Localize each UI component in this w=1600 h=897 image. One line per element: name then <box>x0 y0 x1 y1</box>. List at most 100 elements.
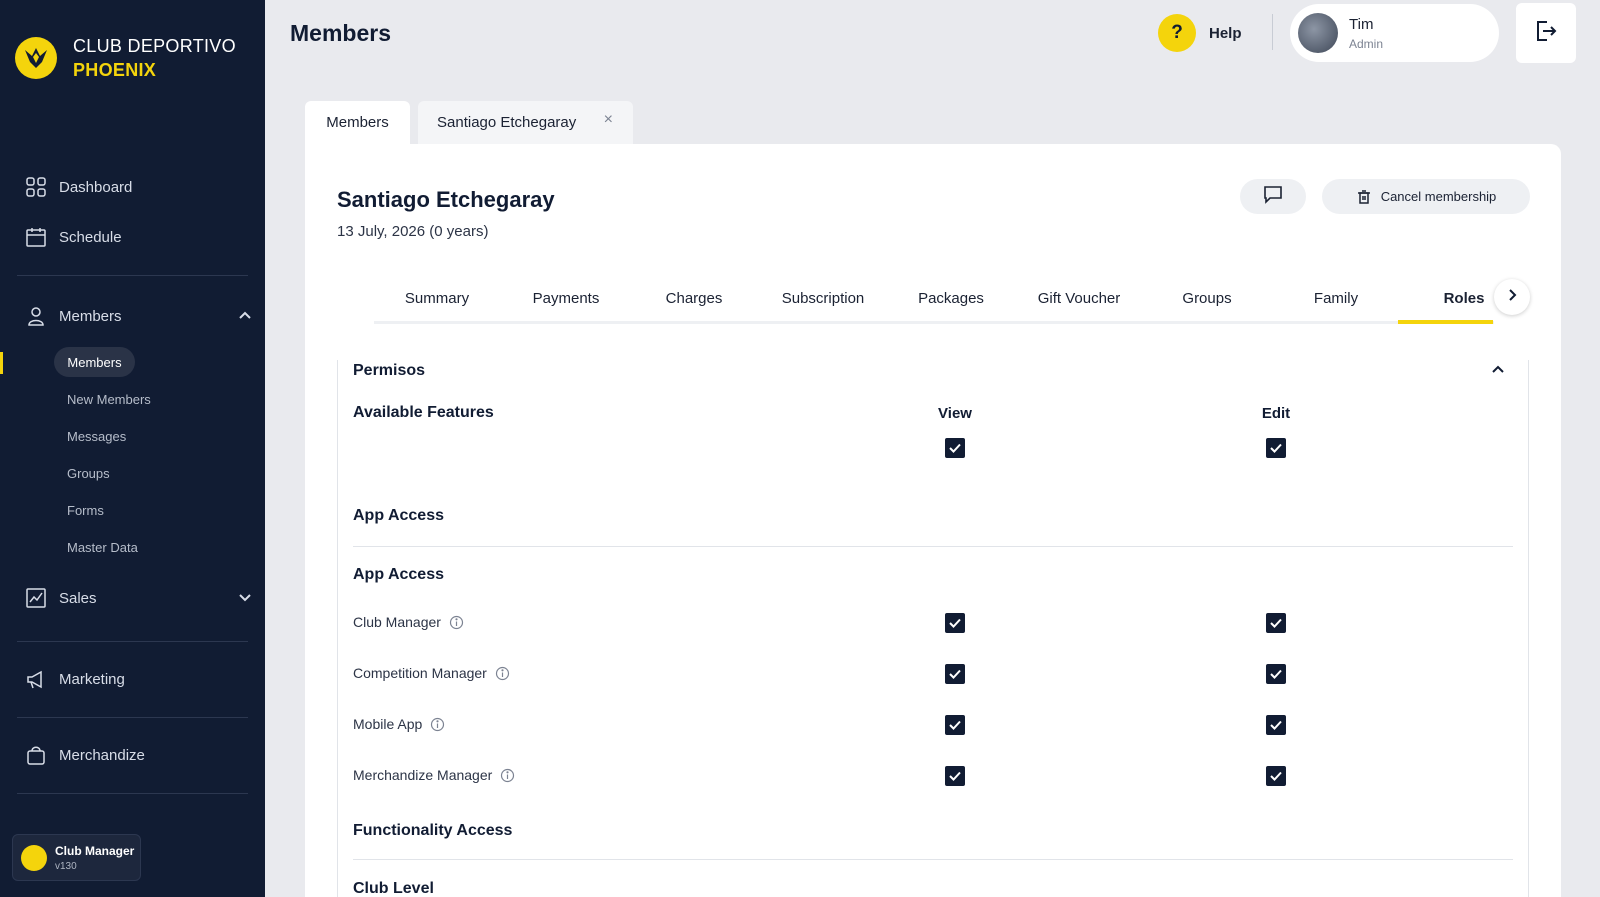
permission-label: Mobile App <box>353 716 423 732</box>
tab-summary[interactable]: Summary <box>405 290 469 307</box>
sidebar-item-label: Marketing <box>59 670 125 688</box>
tab-roles[interactable]: Roles <box>1444 290 1485 307</box>
edit-column-header: Edit <box>1261 405 1291 422</box>
permission-label: Competition Manager <box>353 665 487 681</box>
sidebar-subitem-members[interactable]: Members <box>54 347 135 377</box>
sidebar-item-label: Sales <box>59 589 97 607</box>
sidebar-item-label: Schedule <box>59 228 122 246</box>
dashboard-icon <box>25 176 47 198</box>
tab-gift-voucher[interactable]: Gift Voucher <box>1038 290 1121 307</box>
page-title: Members <box>290 20 391 46</box>
permission-label: Club Manager <box>353 614 441 630</box>
trash-icon <box>1356 189 1372 205</box>
sidebar-item-merchandize[interactable]: Merchandize <box>25 744 253 766</box>
edit-checkbox[interactable] <box>1266 613 1286 633</box>
view-column-header: View <box>938 405 972 422</box>
shopping-bag-icon <box>25 744 47 766</box>
sidebar-divider <box>17 641 248 642</box>
view-all-checkbox[interactable] <box>945 438 965 458</box>
logout-button[interactable] <box>1516 3 1576 63</box>
tab-charges[interactable]: Charges <box>666 290 723 307</box>
header-divider <box>1272 14 1273 50</box>
member-date: 13 July, 2026 (0 years) <box>337 223 489 240</box>
tab-subscription[interactable]: Subscription <box>782 290 865 307</box>
chevron-up-icon[interactable] <box>1490 361 1506 382</box>
active-tab-indicator <box>1398 320 1493 324</box>
permission-row-label: Competition Manager <box>353 665 510 681</box>
calendar-icon <box>25 226 47 248</box>
chat-icon <box>1263 184 1283 209</box>
sidebar-divider <box>17 717 248 718</box>
brand-logo[interactable]: CLUB DEPORTIVO PHOENIX <box>15 34 236 82</box>
sidebar-item-sales[interactable]: Sales <box>25 587 253 609</box>
help-icon: ? <box>1158 14 1196 52</box>
info-icon[interactable] <box>449 615 464 630</box>
tab-groups[interactable]: Groups <box>1182 290 1231 307</box>
chevron-up-icon[interactable] <box>237 307 253 327</box>
info-icon[interactable] <box>500 768 515 783</box>
section-title: App Access <box>353 507 444 524</box>
sidebar-subitem-groups[interactable]: Groups <box>67 466 110 481</box>
view-checkbox[interactable] <box>945 715 965 735</box>
sidebar-item-marketing[interactable]: Marketing <box>25 668 253 690</box>
edit-checkbox[interactable] <box>1266 715 1286 735</box>
permission-row-label: Merchandize Manager <box>353 767 515 783</box>
tab-packages[interactable]: Packages <box>918 290 984 307</box>
logout-icon <box>1533 18 1559 49</box>
section-divider <box>353 859 1513 860</box>
section-divider <box>353 546 1513 547</box>
edit-all-checkbox[interactable] <box>1266 438 1286 458</box>
sidebar-subitem-messages[interactable]: Messages <box>67 429 126 444</box>
member-tabs: Summary Payments Charges Subscription Pa… <box>374 280 1494 324</box>
member-name: Santiago Etchegaray <box>337 187 555 212</box>
help-button[interactable]: ? Help <box>1158 14 1242 52</box>
sidebar-subitem-new-members[interactable]: New Members <box>67 392 151 407</box>
edit-checkbox[interactable] <box>1266 766 1286 786</box>
view-checkbox[interactable] <box>945 664 965 684</box>
tab-payments[interactable]: Payments <box>533 290 600 307</box>
app-name: Club Manager <box>55 843 135 858</box>
sidebar-divider <box>17 793 248 794</box>
info-icon[interactable] <box>495 666 510 681</box>
tab-members[interactable]: Members <box>305 101 410 144</box>
cancel-membership-button[interactable]: Cancel membership <box>1322 179 1530 214</box>
user-icon <box>25 305 47 327</box>
section-title: App Access <box>353 566 444 583</box>
active-indicator <box>0 352 3 374</box>
view-checkbox[interactable] <box>945 613 965 633</box>
sidebar-divider <box>17 275 248 276</box>
section-title: Club Level <box>353 880 434 897</box>
megaphone-icon <box>25 668 47 690</box>
cancel-membership-label: Cancel membership <box>1380 189 1497 204</box>
edit-checkbox[interactable] <box>1266 664 1286 684</box>
app-version: v130 <box>55 860 77 872</box>
section-title: Functionality Access <box>353 822 513 839</box>
tabs-scroll-right-button[interactable] <box>1494 279 1530 315</box>
chart-icon <box>25 587 47 609</box>
message-button[interactable] <box>1240 179 1306 214</box>
user-menu[interactable]: Tim Admin <box>1290 4 1499 62</box>
sidebar-item-label: Members <box>59 307 122 325</box>
chevron-down-icon[interactable] <box>237 589 253 609</box>
avatar <box>1298 13 1338 53</box>
close-icon[interactable]: × <box>604 111 613 129</box>
tab-family[interactable]: Family <box>1314 290 1358 307</box>
sidebar-subitem-forms[interactable]: Forms <box>67 503 104 518</box>
view-checkbox[interactable] <box>945 766 965 786</box>
chevron-right-icon <box>1505 288 1519 307</box>
app-version-card: Club Manager v130 <box>12 834 141 881</box>
permission-label: Merchandize Manager <box>353 767 493 783</box>
sidebar-item-dashboard[interactable]: Dashboard <box>25 176 253 198</box>
info-icon[interactable] <box>430 717 445 732</box>
sidebar-item-members[interactable]: Members <box>25 305 253 327</box>
brand-name-line2: PHOENIX <box>73 60 157 80</box>
phoenix-logo-icon <box>15 37 57 79</box>
sidebar-subitem-master-data[interactable]: Master Data <box>67 540 138 555</box>
sidebar-item-schedule[interactable]: Schedule <box>25 226 253 248</box>
sidebar-item-label: Dashboard <box>59 178 133 196</box>
brand-name-line1: CLUB DEPORTIVO <box>73 36 236 56</box>
permission-row-label: Club Manager <box>353 614 464 630</box>
tab-member-profile[interactable]: Santiago Etchegaray × <box>418 101 633 144</box>
sidebar-item-label: Merchandize <box>59 746 145 764</box>
permission-row-label: Mobile App <box>353 716 445 732</box>
